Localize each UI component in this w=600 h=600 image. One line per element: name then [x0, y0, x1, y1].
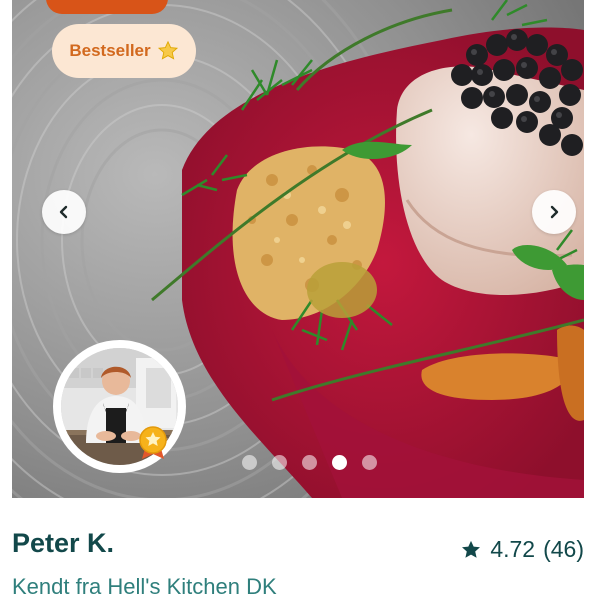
chef-name[interactable]: Peter K. [12, 528, 114, 559]
carousel-indicator [242, 455, 377, 470]
category-pill[interactable] [46, 0, 168, 14]
star-icon [157, 40, 178, 60]
carousel-dot[interactable] [272, 455, 287, 470]
next-slide-button[interactable] [532, 190, 576, 234]
rating: 4.72 (46) [460, 536, 584, 563]
chevron-left-icon [59, 205, 68, 219]
carousel-dot[interactable] [242, 455, 257, 470]
carousel-dot-active[interactable] [332, 455, 347, 470]
rating-value: 4.72 [490, 536, 536, 562]
chef-card[interactable]: Bestseller Peter K. 4.72 (46) Kendt fra … [0, 0, 600, 600]
chef-subtitle: Kendt fra Hell's Kitchen DK [12, 574, 277, 599]
carousel-dot[interactable] [362, 455, 377, 470]
badge-label: Bestseller [69, 41, 151, 60]
medal-icon [139, 426, 167, 459]
hero-image[interactable]: Bestseller [12, 0, 584, 498]
review-count: (46) [543, 536, 584, 562]
chevron-right-icon [550, 205, 559, 219]
carousel-dot[interactable] [302, 455, 317, 470]
star-icon [462, 540, 481, 558]
previous-slide-button[interactable] [42, 190, 86, 234]
bestseller-badge: Bestseller [52, 24, 196, 78]
